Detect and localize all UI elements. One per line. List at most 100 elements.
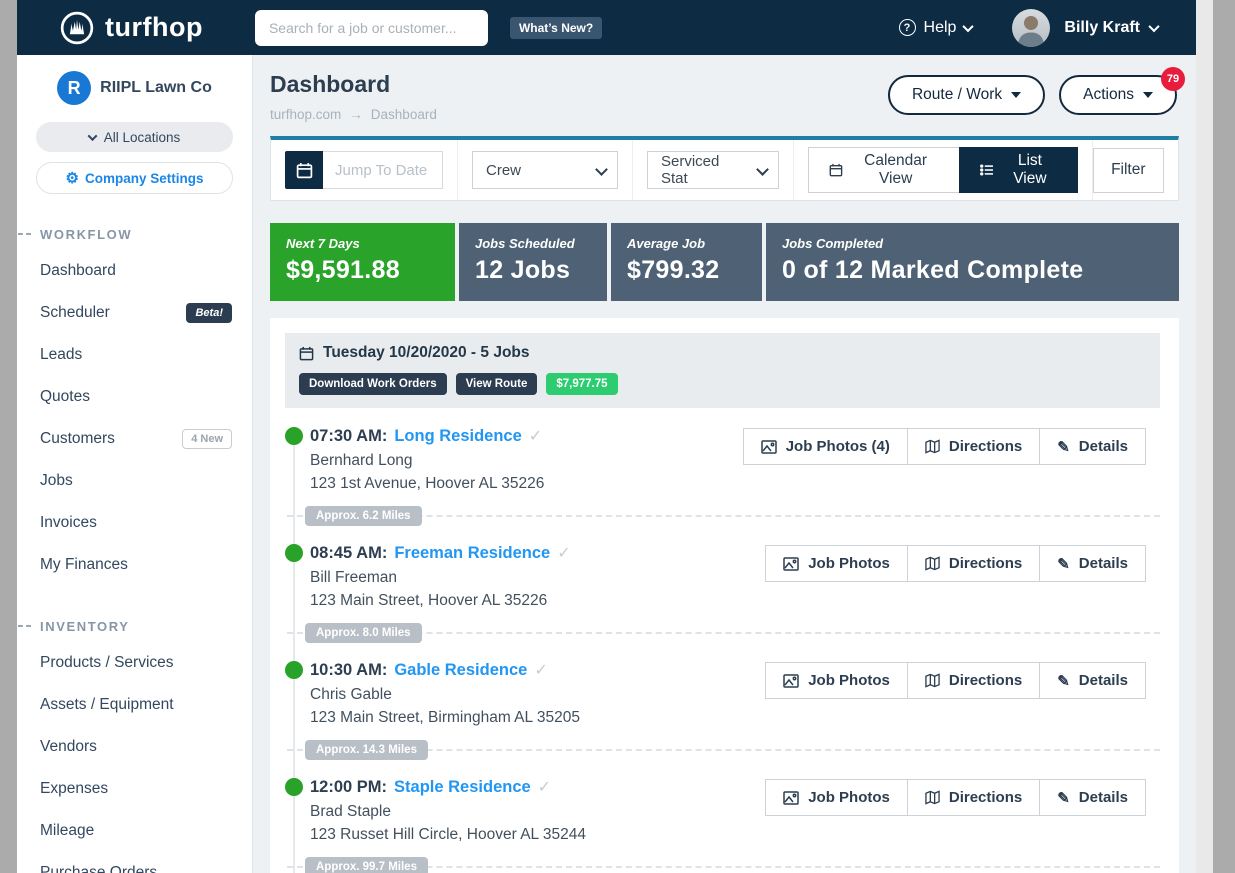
job-name-link[interactable]: Staple Residence [394,778,531,797]
job-photos-button[interactable]: Job Photos [765,662,908,699]
directions-button[interactable]: Directions [907,779,1040,816]
sidebar-item-label: Dashboard [40,262,116,280]
directions-button[interactable]: Directions [907,545,1040,582]
sidebar-item-label: My Finances [40,556,128,574]
sidebar-item[interactable]: Customers 4 New [17,418,252,460]
brand-logo[interactable]: turfhop [59,10,203,46]
scrollbar-thumb[interactable] [1213,0,1235,873]
directions-button[interactable]: Directions [907,428,1040,465]
details-button[interactable]: ✎ Details [1039,779,1146,816]
page-title: Dashboard [270,71,437,98]
sidebar-item[interactable]: Products / Services [17,642,252,684]
mark-complete-check-icon[interactable]: ✓ [557,543,570,563]
mark-complete-check-icon[interactable]: ✓ [534,660,547,680]
job-time: 08:45 AM: [310,544,387,563]
sidebar-item[interactable]: Scheduler Beta! [17,292,252,334]
stat-label: Next 7 Days [286,236,439,251]
details-button[interactable]: ✎ Details [1039,545,1146,582]
mark-complete-check-icon[interactable]: ✓ [529,426,542,446]
details-label: Details [1079,555,1128,572]
filter-button[interactable]: Filter [1093,148,1164,193]
avatar[interactable] [1012,9,1050,47]
sidebar-item[interactable]: Expenses [17,768,252,810]
stat-value: $799.32 [627,256,746,285]
list-view-label: List View [1003,152,1056,188]
serviced-status-select[interactable]: Serviced Stat [647,151,779,189]
details-label: Details [1079,672,1128,689]
details-button[interactable]: ✎ Details [1039,428,1146,465]
job-address: 123 Russet Hill Circle, Hoover AL 35244 [310,826,1160,844]
sidebar-item[interactable]: Invoices [17,502,252,544]
distance-badge: Approx. 8.0 Miles [305,623,422,643]
directions-label: Directions [949,555,1022,572]
mark-complete-check-icon[interactable]: ✓ [538,777,551,797]
sidebar-item[interactable]: Leads [17,334,252,376]
list-view-button[interactable]: List View [959,147,1077,193]
help-menu[interactable]: ? Help [899,19,973,37]
search-input[interactable] [255,10,488,46]
filter-toolbar: Crew Serviced Stat Calendar View [270,136,1179,201]
stat-box: Jobs Scheduled 12 Jobs [459,223,607,301]
view-route-button[interactable]: View Route [456,373,538,395]
photo-icon [783,791,799,805]
sidebar-item-label: Expenses [40,780,108,798]
directions-label: Directions [949,438,1022,455]
sidebar-item-label: Leads [40,346,82,364]
chevron-down-icon [87,131,97,141]
whats-new-button[interactable]: What’s New? [510,17,602,39]
job-name-link[interactable]: Long Residence [394,427,521,446]
download-work-orders-button[interactable]: Download Work Orders [299,373,447,395]
company-header[interactable]: R RIIPL Lawn Co [17,71,252,105]
stat-value: 0 of 12 Marked Complete [782,256,1163,285]
job-photos-button[interactable]: Job Photos [765,545,908,582]
sidebar-item[interactable]: Jobs [17,460,252,502]
stat-box: Jobs Completed 0 of 12 Marked Complete [766,223,1179,301]
sidebar-item[interactable]: Quotes [17,376,252,418]
distance-divider: Approx. 99.7 Miles [285,857,1160,873]
stat-label: Jobs Scheduled [475,236,591,251]
photo-icon [783,674,799,688]
job-row: 12:00 PM: Staple Residence ✓ Brad Staple… [285,777,1160,873]
sidebar-item[interactable]: Dashboard [17,250,252,292]
sidebar-item-badge: Beta! [186,303,232,323]
details-label: Details [1079,438,1128,455]
job-row: 07:30 AM: Long Residence ✓ Bernhard Long… [285,426,1160,526]
top-navbar: turfhop What’s New? ? Help Billy Kraft [17,0,1196,55]
job-list-card: Tuesday 10/20/2020 - 5 Jobs Download Wor… [270,318,1179,873]
job-status-dot [285,544,303,562]
pencil-icon: ✎ [1057,672,1070,690]
job-photos-button[interactable]: Job Photos (4) [743,428,908,465]
job-actions: Job Photos Directions [766,779,1146,816]
user-menu[interactable]: Billy Kraft [1064,19,1158,37]
left-edge-strip [0,0,17,873]
sidebar-item[interactable]: My Finances [17,544,252,586]
directions-button[interactable]: Directions [907,662,1040,699]
route-work-button[interactable]: Route / Work [888,75,1045,115]
job-address: 123 Main Street, Hoover AL 35226 [310,592,1160,610]
job-photos-button[interactable]: Job Photos [765,779,908,816]
job-name-link[interactable]: Freeman Residence [394,544,550,563]
sidebar-item[interactable]: Vendors [17,726,252,768]
calendar-view-button[interactable]: Calendar View [808,147,960,193]
sidebar-item-label: Invoices [40,514,97,532]
breadcrumb-root[interactable]: turfhop.com [270,107,341,122]
sidebar-section-inventory: INVENTORY [17,616,252,636]
sidebar-item[interactable]: Purchase Orders [17,852,252,873]
actions-button[interactable]: Actions 79 [1059,75,1177,115]
sidebar-item[interactable]: Assets / Equipment [17,684,252,726]
gear-icon: ⚙ [66,171,79,186]
jump-to-date-input[interactable] [323,151,443,189]
turfhop-grass-icon [59,10,95,46]
date-picker-button[interactable] [285,151,323,189]
sidebar-item[interactable]: Mileage [17,810,252,852]
location-selector[interactable]: All Locations [36,122,233,152]
details-button[interactable]: ✎ Details [1039,662,1146,699]
job-name-link[interactable]: Gable Residence [394,661,527,680]
job-photos-label: Job Photos (4) [786,438,890,455]
crew-select[interactable]: Crew [472,151,618,189]
stat-label: Jobs Completed [782,236,1163,251]
directions-label: Directions [949,672,1022,689]
day-total-badge: $7,977.75 [546,373,617,395]
stat-label: Average Job [627,236,746,251]
company-settings-button[interactable]: ⚙ Company Settings [36,162,233,194]
